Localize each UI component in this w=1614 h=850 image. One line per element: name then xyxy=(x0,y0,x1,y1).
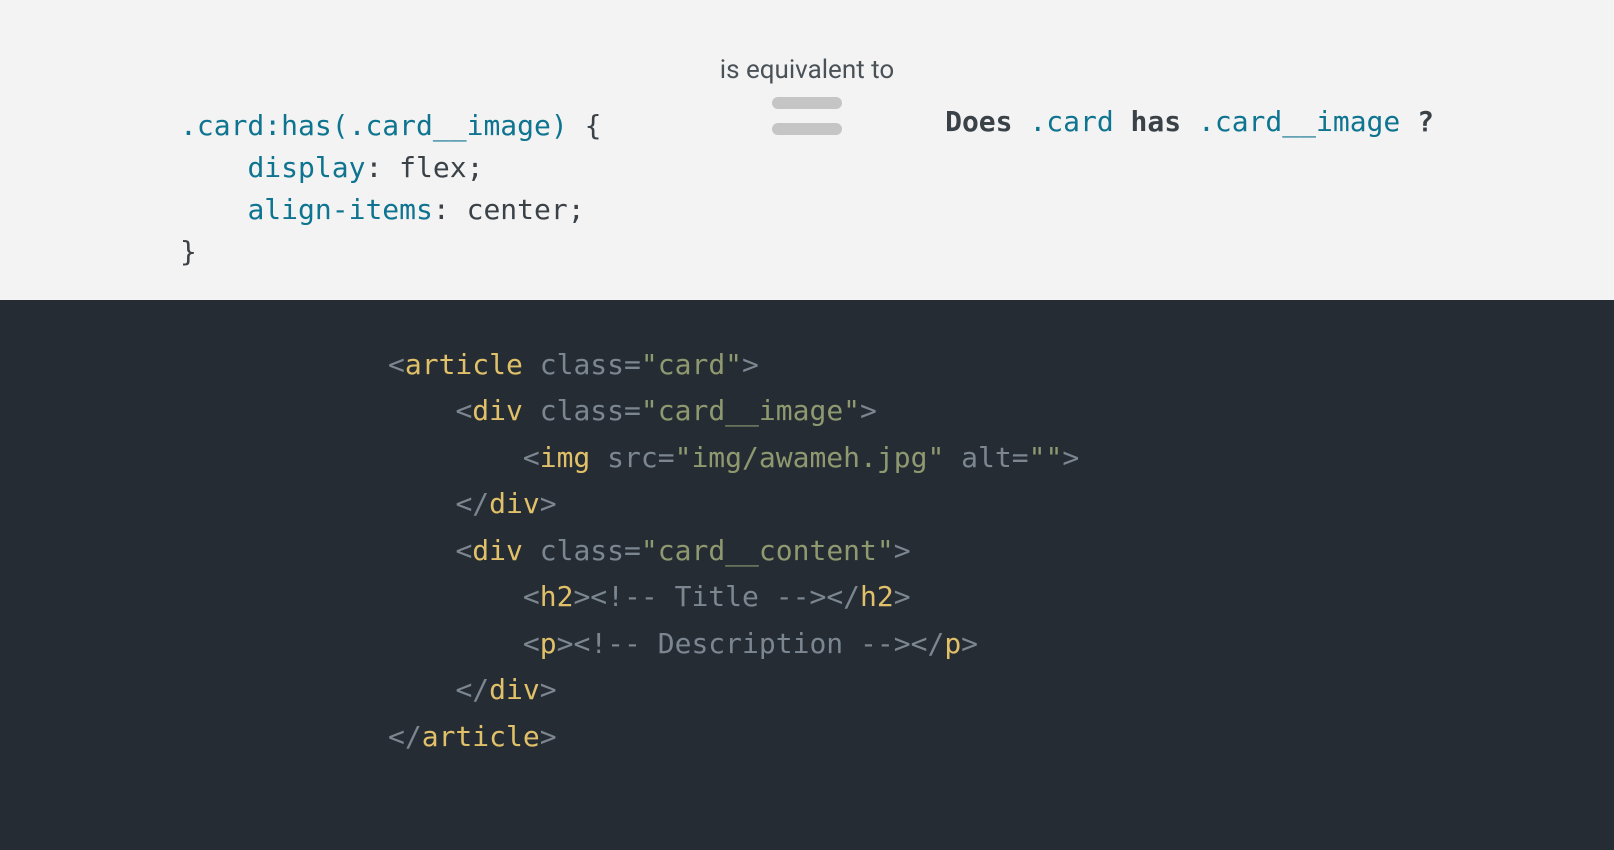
css-pseudo-close: ) xyxy=(551,109,568,142)
question-image: .card__image xyxy=(1198,105,1400,138)
tag-div: div xyxy=(472,394,523,427)
tag-img: img xyxy=(540,441,591,474)
html-code-block: <article class="card"> <div class="card_… xyxy=(388,342,1614,760)
comment-title: <!-- Title --> xyxy=(590,580,826,613)
val-card-content: "card__content" xyxy=(641,534,894,567)
top-panel: is equivalent to .card:has(.card__image)… xyxy=(0,0,1614,300)
val-src: "img/awameh.jpg" xyxy=(675,441,945,474)
bottom-panel: <article class="card"> <div class="card_… xyxy=(0,300,1614,850)
question-card: .card xyxy=(1029,105,1113,138)
question-text: Does .card has .card__image ? xyxy=(945,105,1434,138)
val-card-image: "card__image" xyxy=(641,394,860,427)
top-content-row: .card:has(.card__image) { display: flex;… xyxy=(180,105,1434,273)
question-has: has xyxy=(1114,105,1198,138)
attr-class: class xyxy=(540,348,624,381)
attr-src: src xyxy=(607,441,658,474)
comment-desc: <!-- Description --> xyxy=(573,627,910,660)
css-pseudo-open: :has( xyxy=(264,109,348,142)
css-val-align: center xyxy=(467,193,568,226)
val-card: "card" xyxy=(641,348,742,381)
css-code-block: .card:has(.card__image) { display: flex;… xyxy=(180,105,601,273)
tag-article: article xyxy=(405,348,523,381)
css-prop-align: align-items xyxy=(247,193,432,226)
equivalent-label: is equivalent to xyxy=(0,55,1614,85)
tag-h2: h2 xyxy=(540,580,574,613)
question-does: Does xyxy=(945,105,1029,138)
question-qmark: ? xyxy=(1400,105,1434,138)
css-selector-class: .card xyxy=(180,109,264,142)
css-val-display: flex xyxy=(399,151,466,184)
css-pseudo-arg: .card__image xyxy=(349,109,551,142)
css-prop-display: display xyxy=(247,151,365,184)
tag-p: p xyxy=(540,627,557,660)
val-alt: "" xyxy=(1029,441,1063,474)
attr-alt: alt xyxy=(961,441,1012,474)
